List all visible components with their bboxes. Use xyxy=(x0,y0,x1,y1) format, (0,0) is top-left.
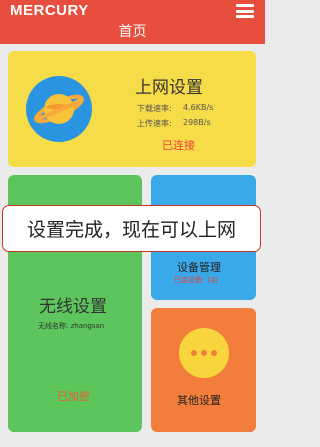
other-settings-card[interactable]: 其他设置 xyxy=(151,308,256,432)
setup-complete-toast: 设置完成，现在可以上网 xyxy=(2,205,261,252)
planet-icon xyxy=(26,76,92,142)
encryption-status: 已加密 xyxy=(57,390,90,403)
upload-rate-value: 298B/s xyxy=(183,118,211,127)
wireless-ssid-value: zhangsan xyxy=(70,322,105,330)
download-rate-value: 4.6KB/s xyxy=(183,103,214,112)
app-root: MERCURY 首页 上网设置 下载速率: 4.6KB/s 上传速率: 298B… xyxy=(0,0,265,447)
connected-devices-count: 已连设备: 1台 xyxy=(174,276,219,284)
download-rate-label: 下载速率: xyxy=(137,104,172,113)
page-title: 首页 xyxy=(118,24,147,40)
wireless-card-title: 无线设置 xyxy=(39,297,107,317)
internet-card-title: 上网设置 xyxy=(135,78,203,98)
other-card-title: 其他设置 xyxy=(177,394,221,407)
header-bar: MERCURY 首页 xyxy=(0,0,265,44)
hamburger-menu-icon[interactable] xyxy=(236,4,254,18)
brand-logo: MERCURY xyxy=(10,2,89,19)
more-dots-icon xyxy=(179,328,229,378)
internet-settings-card[interactable]: 上网设置 下载速率: 4.6KB/s 上传速率: 298B/s 已连接 xyxy=(8,51,256,167)
upload-rate-label: 上传速率: xyxy=(137,119,172,128)
wireless-ssid-label: 无线名称: zhangsan xyxy=(38,322,105,330)
device-card-title: 设备管理 xyxy=(177,261,221,274)
connection-status: 已连接 xyxy=(162,139,195,152)
